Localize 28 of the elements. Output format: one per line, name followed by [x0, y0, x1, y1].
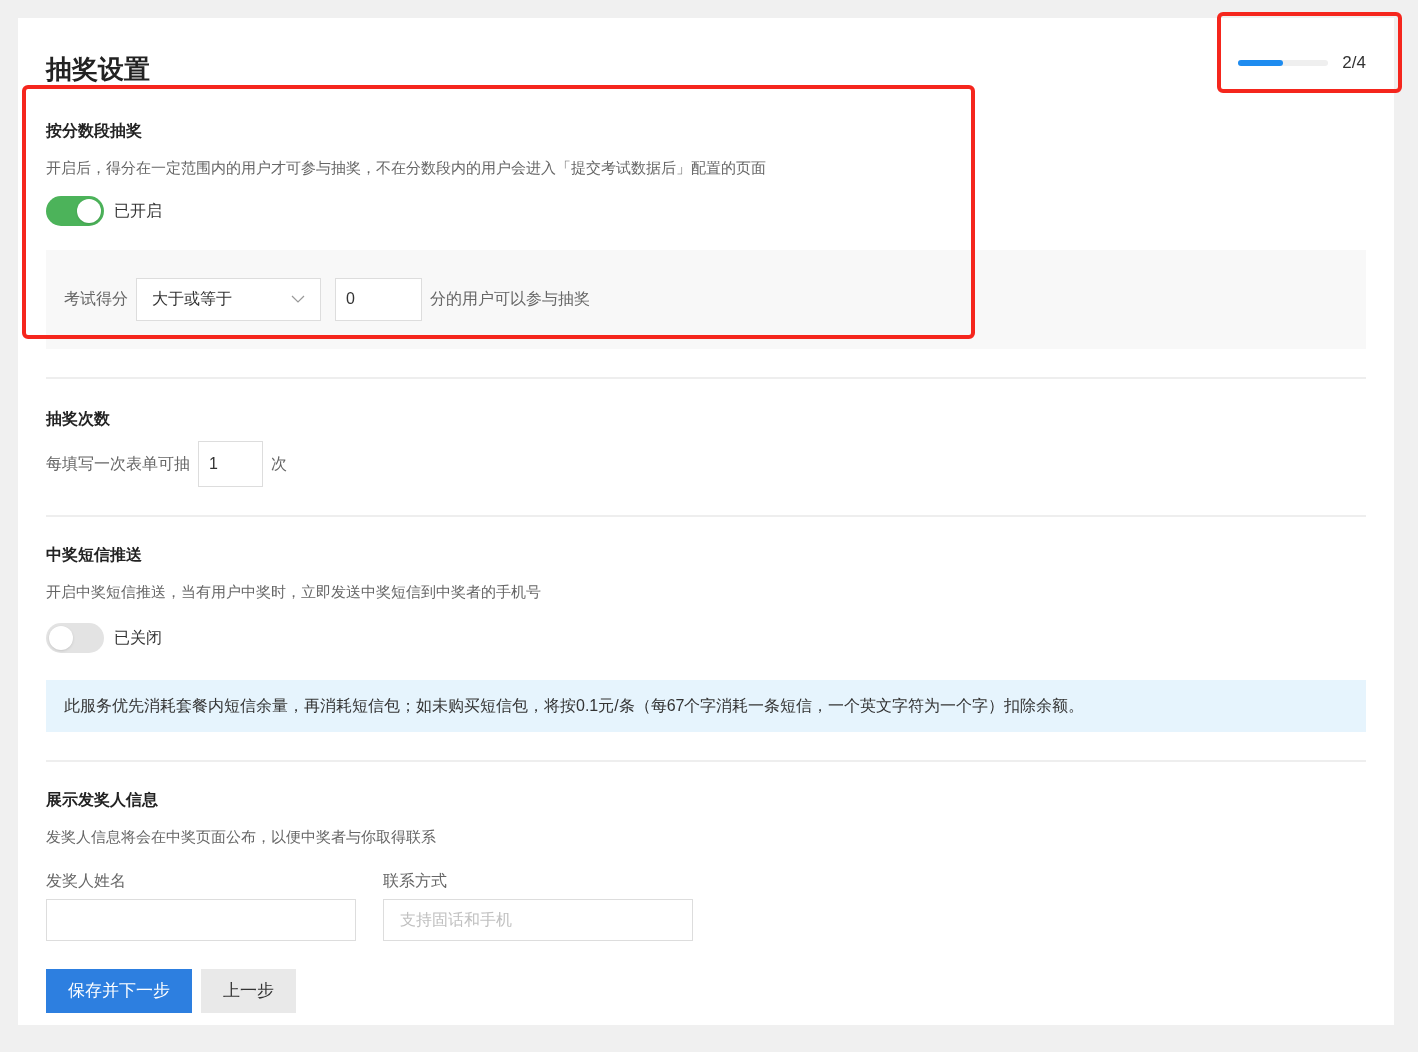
progress-label: 2/4	[1342, 52, 1366, 74]
score-input[interactable]: 0	[335, 277, 422, 321]
section-title: 中奖短信推送	[46, 544, 143, 565]
previous-button[interactable]: 上一步	[201, 968, 296, 1013]
count-prefix: 每填写一次表单可抽	[46, 453, 190, 474]
notice-banner: 此服务优先消耗套餐内短信余量，再消耗短信包；如未购买短信包，将按0.1元/条（每67个字消耗一条短信，一个英文字符为一个字）扣除余额。	[46, 680, 1366, 732]
input-field[interactable]	[46, 898, 356, 941]
field-label: 发奖人姓名	[46, 870, 127, 891]
rule-label: 考试得分	[64, 289, 128, 309]
section-description: 开启中奖短信推送，当有用户中奖时，立即发送中奖短信到中奖者的手机号	[46, 581, 542, 602]
toggle-label: 已开启	[114, 200, 162, 221]
section-title: 展示发奖人信息	[46, 790, 159, 810]
section-description: 发奖人信息将会在中奖页面公布，以便中奖者与你取得联系	[46, 827, 437, 847]
page-title: 抽奖设置	[46, 53, 150, 86]
count-suffix: 次	[271, 453, 287, 474]
toggle-switch[interactable]	[46, 623, 104, 653]
section-description: 开启后，得分在一定范围内的用户才可参与抽奖，不在分数段内的用户会进入「提交考试数据后」配置的页面	[46, 158, 767, 178]
toggle-switch[interactable]	[46, 195, 104, 226]
field-label: 联系方式	[383, 870, 448, 891]
comparison-select[interactable]: 大于或等于	[136, 277, 321, 321]
chevron-down-icon	[291, 295, 305, 303]
rule-suffix: 分的用户可以参与抽奖	[430, 289, 590, 309]
save-next-button[interactable]: 保存并下一步	[46, 968, 192, 1013]
toggle-label: 已关闭	[114, 628, 162, 648]
section-title: 抽奖次数	[46, 408, 111, 429]
count-input[interactable]: 1	[198, 440, 263, 487]
input-field[interactable]: 支持固话和手机	[383, 898, 693, 941]
section-title: 按分数段抽奖	[46, 121, 143, 141]
